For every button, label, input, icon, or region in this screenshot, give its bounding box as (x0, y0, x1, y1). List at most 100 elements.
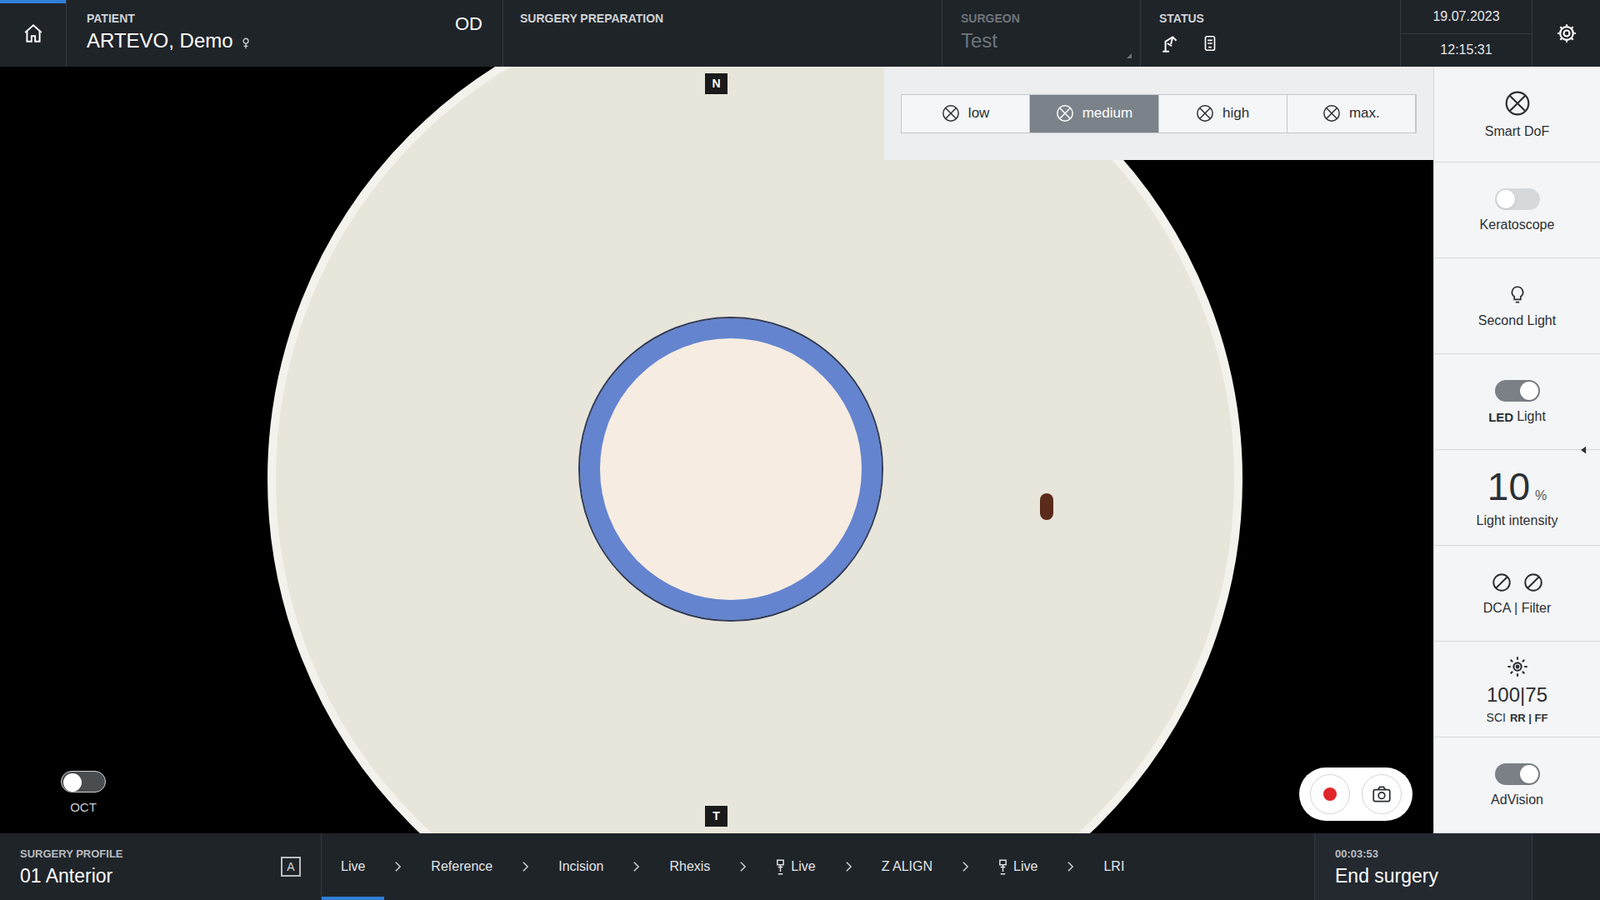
option-label: max. (1349, 102, 1380, 125)
side-panel-item[interactable]: 100|75SCIRR | FF (1434, 641, 1600, 738)
end-surgery-button[interactable]: 00:03:53End surgery (1314, 833, 1533, 900)
item-label: Second Light (1478, 314, 1556, 328)
toggle-switch[interactable] (1495, 188, 1540, 210)
date: 19.07.2023 (1432, 6, 1500, 27)
light-intensity-value: 10 (1487, 467, 1530, 506)
profile-badge: A (280, 856, 301, 877)
foot-control-icon (1200, 32, 1220, 55)
collapse-arrow-icon (1580, 445, 1587, 455)
patient-section: PATIENTARTEVO, DemoOD (66, 0, 504, 67)
item-label-prefix: LED (1488, 410, 1514, 424)
chevron-right-icon (961, 860, 970, 873)
step-separator (739, 833, 747, 900)
capture-controls (1299, 767, 1413, 821)
patient-name: ARTEVO, Demo (86, 30, 234, 51)
sci-mode: RR | FF (1510, 712, 1549, 724)
item-label: Light (1516, 410, 1546, 424)
oct-label: OCT (70, 800, 97, 814)
record-dot-icon (1323, 787, 1337, 801)
smart-dof-options: low medium high max. (900, 94, 1417, 134)
step-label: Reference (430, 856, 493, 877)
video-mark (1040, 493, 1054, 520)
status-section: STATUS (1140, 0, 1401, 67)
sci-label-row: SCI RR | FF (1486, 711, 1549, 724)
workflow-steps: Live Reference Incision Rhexis Live Z ALIGN Li… (321, 833, 1315, 900)
item-label: SCI (1486, 711, 1506, 724)
side-panel: Smart DoF Keratoscope Second Light LEDLight… (1433, 66, 1600, 834)
chevron-right-icon (394, 860, 402, 873)
chevron-right-icon (845, 860, 853, 873)
item-label-row: Keratoscope (1480, 218, 1555, 232)
microscope-icon (998, 859, 1008, 875)
side-panel-item[interactable]: LEDLight (1434, 354, 1600, 450)
step-label: Incision (558, 856, 604, 877)
smart-dof-option[interactable]: low (901, 95, 1030, 133)
smart-dof-popup: low medium high max. (884, 66, 1434, 160)
camera-icon (1370, 783, 1393, 805)
workflow-step[interactable]: Rhexis (650, 833, 730, 900)
surgery-profile[interactable]: SURGERY PROFILE 01 Anterior A (0, 833, 322, 900)
microscope-icon (775, 859, 785, 875)
option-label: high (1222, 102, 1250, 125)
step-content: Rhexis (669, 856, 710, 877)
chevron-right-icon (521, 860, 530, 873)
microscope-arm-icon (1159, 32, 1181, 55)
smart-dof-option[interactable]: high (1159, 95, 1288, 133)
item-label: DCA | Filter (1483, 601, 1552, 615)
chevron-right-icon (739, 860, 747, 873)
workflow-step[interactable]: Live (756, 833, 835, 900)
profile-label: SURGERY PROFILE (20, 848, 124, 860)
time: 12:15:31 (1440, 40, 1492, 60)
toggle-switch[interactable] (1495, 380, 1540, 402)
workflow-step[interactable]: Reference (411, 833, 512, 900)
footer-spacer (1532, 833, 1600, 900)
toggle-switch[interactable] (1495, 763, 1540, 785)
smart-dof-option[interactable]: max. (1287, 95, 1416, 133)
workflow-step[interactable]: Live (979, 833, 1057, 900)
step-label: Live (340, 856, 365, 877)
step-separator (845, 833, 853, 900)
side-panel-item[interactable]: Second Light (1434, 258, 1600, 355)
option-label: low (968, 102, 990, 125)
workflow-step[interactable]: Z ALIGN (862, 833, 952, 900)
item-label-row: LEDLight (1488, 410, 1546, 424)
workflow-step[interactable]: Incision (539, 833, 623, 900)
snapshot-button[interactable] (1361, 774, 1402, 815)
depth-of-field-icon (1055, 104, 1075, 123)
toggle-knob (1520, 381, 1539, 400)
depth-of-field-icon (1504, 90, 1531, 117)
oct-control: OCT (0, 750, 167, 834)
workflow-step[interactable]: Live (321, 833, 385, 900)
side-panel-item[interactable]: DCA | Filter (1434, 545, 1600, 642)
date-box: 19.07.2023 (1400, 0, 1532, 35)
surgeon-section[interactable]: SURGEONTest (942, 0, 1141, 67)
step-content: LRI (1103, 856, 1125, 877)
home-button[interactable] (0, 0, 67, 67)
status-label: STATUS (1159, 12, 1382, 25)
step-content: Incision (558, 856, 604, 877)
step-label: Live (790, 856, 815, 877)
step-content: Reference (430, 856, 493, 877)
active-indicator (0, 0, 66, 4)
side-panel-item[interactable]: Keratoscope (1434, 162, 1600, 259)
gear-icon (1555, 22, 1578, 45)
settings-button[interactable] (1532, 0, 1600, 67)
item-label: Smart DoF (1485, 125, 1550, 139)
patient-name-row: ARTEVO, Demo (86, 30, 250, 51)
record-button[interactable] (1310, 774, 1350, 815)
step-label: Z ALIGN (881, 856, 933, 877)
side-panel-item[interactable]: Smart DoF (1434, 66, 1600, 163)
item-label: AdVision (1490, 793, 1544, 807)
side-panel-item[interactable]: AdVision (1434, 737, 1600, 834)
filter-icons (1490, 571, 1545, 594)
side-panel-item[interactable]: 10%Light intensity (1434, 450, 1600, 546)
bulb-icon (1506, 284, 1529, 306)
video-lens-ring (580, 318, 882, 620)
filter-off-icon (1522, 571, 1545, 594)
smart-dof-option[interactable]: medium (1030, 95, 1159, 133)
profile-name: 01 Anterior (20, 866, 124, 886)
time-box: 12:15:31 (1400, 34, 1532, 68)
workflow-step[interactable]: LRI (1084, 833, 1144, 900)
toggle-switch[interactable] (60, 770, 106, 793)
value-row: 10% (1487, 467, 1547, 506)
